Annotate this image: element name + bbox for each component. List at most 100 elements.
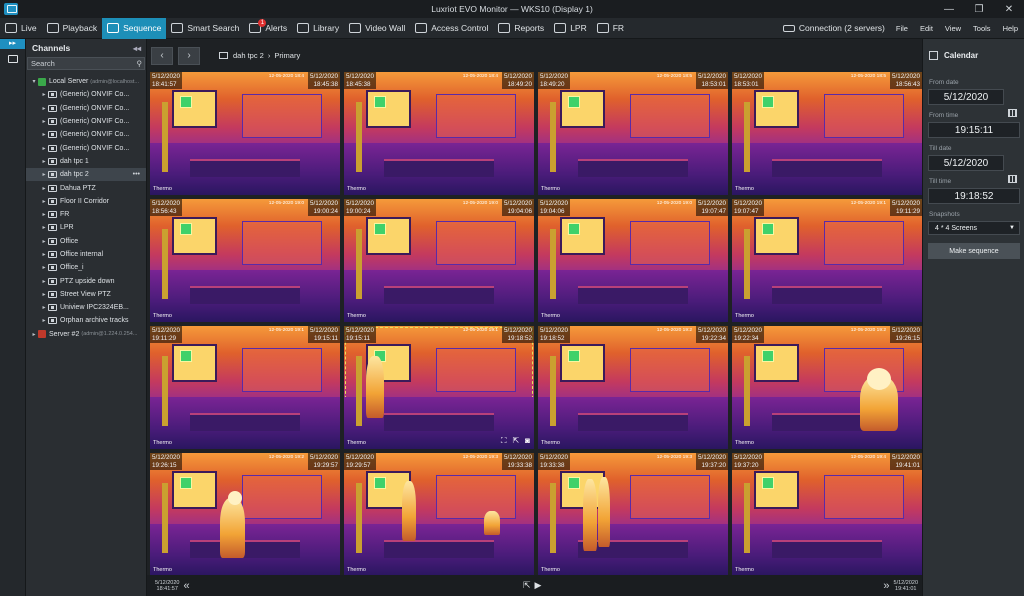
menu-playback[interactable]: Playback [42,18,103,39]
tree-server[interactable]: ▸ Server #2 (admin@1.224.0.254... [26,328,146,341]
export-icon[interactable]: ⇱ [512,436,519,446]
menu-fr[interactable]: FR [592,18,629,39]
snapshot-tile[interactable]: 5/12/2020 19:26:15 12-05-2020 19:2 5/12/202… [150,453,340,576]
snapshot-tile[interactable]: 5/12/2020 19:11:29 12-05-2020 19:1 5/12/202… [150,326,340,449]
snapshots-select[interactable]: 4 * 4 Screens ▼ [928,221,1020,235]
tree-channel[interactable]: ▸ Dahua PTZ [26,181,146,194]
close-button[interactable]: ✕ [994,0,1024,18]
chevron-down-icon[interactable]: ▾ [30,78,38,85]
breadcrumb-stream[interactable]: Primary [274,51,300,60]
export-icon[interactable]: ⇱ [523,580,531,591]
play-icon[interactable]: ▶ [535,580,542,591]
menu-alerts[interactable]: 1 Alerts [244,18,292,39]
tree-channel[interactable]: ▸ Office internal [26,248,146,261]
connection-button[interactable]: Connection (2 servers) [778,18,890,39]
snapshot-tile[interactable]: 5/12/2020 18:45:38 12-05-2020 18:4 5/12/202… [344,72,534,195]
chevron-right-icon[interactable]: ▸ [40,211,48,218]
snapshot-tile[interactable]: 5/12/2020 19:18:52 12-05-2020 19:2 5/12/202… [538,326,728,449]
chevron-right-icon[interactable]: ▸ [40,158,48,165]
chevron-right-icon[interactable]: ▸ [30,331,38,338]
from-time-field[interactable]: 19:15:11 [928,122,1020,138]
tree-channel[interactable]: ▸ FR [26,208,146,221]
collapse-panel-button[interactable]: ◂◂ [133,44,141,53]
menu-access-control[interactable]: Access Control [410,18,493,39]
tree-channel[interactable]: ▸ dah tpc 2 ••• [26,168,146,182]
chevron-right-icon[interactable]: ▸ [40,171,48,178]
menu-smart-search[interactable]: Smart Search [166,18,244,39]
snapshot-tile[interactable]: 5/12/2020 19:07:47 12-05-2020 19:1 5/12/202… [732,199,922,322]
snapshot-tile[interactable]: 5/12/2020 19:15:11 12-05-2020 19:1 5/12/202… [344,326,534,449]
tree-channel[interactable]: ▸ dah tpc 1 [26,155,146,168]
back-button[interactable]: ‹ [151,46,173,65]
menu-tools[interactable]: Tools [967,18,997,39]
chevron-right-icon[interactable]: ▸ [40,278,48,285]
chevron-right-icon[interactable]: ▸ [40,251,48,258]
tree-channel[interactable]: ▸ Street View PTZ [26,288,146,301]
tree-channel[interactable]: ▸ (Generic) ONVIF Co... [26,88,146,101]
from-date-picker-button[interactable] [1004,105,1020,121]
menu-video-wall[interactable]: Video Wall [344,18,410,39]
snapshot-tile[interactable]: 5/12/2020 18:53:01 12-05-2020 18:5 5/12/202… [732,72,922,195]
snapshot-tile[interactable]: 5/12/2020 18:49:20 12-05-2020 18:5 5/12/202… [538,72,728,195]
snapshot-tile[interactable]: 5/12/2020 19:00:24 12-05-2020 19:0 5/12/202… [344,199,534,322]
maximize-button[interactable]: ❐ [964,0,994,18]
previous-sequence-button[interactable]: « [183,580,189,592]
till-date-picker-button[interactable] [1004,171,1020,187]
tree-channel[interactable]: ▸ (Generic) ONVIF Co... [26,115,146,128]
tree-channel[interactable]: ▸ Floor II Corridor [26,195,146,208]
chevron-right-icon[interactable]: ▸ [40,264,48,271]
menu-live[interactable]: Live [0,18,42,39]
snapshot-tile[interactable]: 5/12/2020 18:56:43 12-05-2020 19:0 5/12/202… [150,199,340,322]
till-date-field[interactable]: 5/12/2020 [928,155,1004,171]
tree-channel[interactable]: ▸ (Generic) ONVIF Co... [26,141,146,154]
chevron-right-icon[interactable]: ▸ [40,304,48,311]
snapshot-tile[interactable]: 5/12/2020 19:37:20 12-05-2020 19:4 5/12/202… [732,453,922,576]
chevron-right-icon[interactable]: ▸ [40,224,48,231]
menu-library[interactable]: Library [292,18,344,39]
chevron-right-icon[interactable]: ▸ [40,145,48,152]
snapshot-tile[interactable]: 5/12/2020 19:04:06 12-05-2020 19:0 5/12/202… [538,199,728,322]
chevron-right-icon[interactable]: ▸ [40,105,48,112]
minimize-button[interactable]: — [934,0,964,18]
snapshot-tile[interactable]: 5/12/2020 19:33:38 12-05-2020 19:3 5/12/202… [538,453,728,576]
breadcrumb-camera[interactable]: dah tpc 2 [233,51,264,60]
chevron-right-icon[interactable]: ▸ [40,238,48,245]
snapshot-icon[interactable]: ◙ [525,436,530,446]
tree-channel[interactable]: ▸ Uniview IPC2324EB... [26,301,146,314]
menu-edit[interactable]: Edit [914,18,939,39]
channel-search-input[interactable]: Search ⚲ [27,57,145,70]
expand-panel-button[interactable]: ▸▸ [0,39,25,49]
chevron-right-icon[interactable]: ▸ [40,91,48,98]
chevron-right-icon[interactable]: ▸ [40,185,48,192]
tree-channel[interactable]: ▸ (Generic) ONVIF Co... [26,102,146,115]
menu-help[interactable]: Help [997,18,1024,39]
more-options-icon[interactable]: ••• [133,171,140,178]
menu-view[interactable]: View [939,18,967,39]
chevron-right-icon[interactable]: ▸ [40,291,48,298]
tree-channel[interactable]: ▸ Office [26,235,146,248]
tree-server[interactable]: ▾ Local Server (admin@localhost... [26,75,146,88]
from-date-field[interactable]: 5/12/2020 [928,89,1004,105]
chevron-right-icon[interactable]: ▸ [40,118,48,125]
till-time-field[interactable]: 19:18:52 [928,188,1020,204]
menu-file[interactable]: File [890,18,914,39]
menu-lpr[interactable]: LPR [549,18,592,39]
channels-panel-button[interactable] [0,49,26,69]
tree-channel[interactable]: ▸ Office_i [26,261,146,274]
menu-reports[interactable]: Reports [493,18,549,39]
tree-channel[interactable]: ▸ LPR [26,221,146,234]
menu-sequence[interactable]: Sequence [102,17,167,39]
make-sequence-button[interactable]: Make sequence [928,243,1020,259]
snapshot-tile[interactable]: 5/12/2020 19:22:34 12-05-2020 19:2 5/12/202… [732,326,922,449]
forward-button[interactable]: › [178,46,200,65]
tree-channel[interactable]: ▸ PTZ upside down [26,274,146,287]
snapshot-tile[interactable]: 5/12/2020 18:41:57 12-05-2020 18:4 5/12/202… [150,72,340,195]
tree-channel[interactable]: ▸ Orphan archive tracks [26,314,146,327]
chevron-right-icon[interactable]: ▸ [40,317,48,324]
tree-channel[interactable]: ▸ (Generic) ONVIF Co... [26,128,146,141]
chevron-right-icon[interactable]: ▸ [40,131,48,138]
next-sequence-button[interactable]: » [883,580,889,592]
snapshot-tile[interactable]: 5/12/2020 19:29:57 12-05-2020 19:3 5/12/202… [344,453,534,576]
zoom-icon[interactable]: ⛶ [501,436,507,446]
chevron-right-icon[interactable]: ▸ [40,198,48,205]
